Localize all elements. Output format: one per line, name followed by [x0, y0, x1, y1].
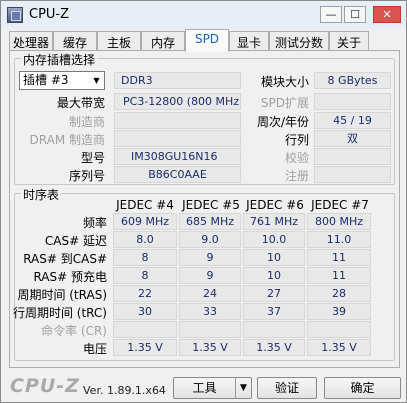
tab-mainboard[interactable]: 主板: [97, 31, 141, 51]
dram-manufacturer-label: DRAM 制造商: [29, 133, 105, 147]
timing-cell: 11: [307, 267, 371, 284]
timing-row-label: CAS# 延迟: [44, 234, 107, 248]
part-number-label: 型号: [80, 151, 105, 165]
timing-cell: 11.0: [307, 231, 371, 248]
max-bandwidth-label: 最大带宽: [56, 96, 105, 110]
cpuz-logo: CPU-Z: [10, 375, 80, 397]
tools-button-label: 工具: [192, 381, 217, 395]
correction-field: [314, 148, 391, 165]
slot-group-title: 内存插槽选择: [21, 51, 98, 68]
tab-memory[interactable]: 内存: [141, 31, 185, 51]
timing-cell: 609 MHz: [113, 213, 177, 230]
correction-label: 校验: [284, 151, 309, 165]
serial-number-field: B86C0AAE: [114, 166, 241, 183]
module-size-label: 模块大小: [260, 75, 309, 89]
timing-column-header: JEDEC #7: [311, 198, 369, 212]
timing-cell: 1.35 V: [307, 339, 371, 356]
timing-cell: 8: [113, 267, 177, 284]
ranks-field: 双: [314, 130, 391, 147]
timing-cell: [243, 321, 305, 338]
serial-number-label: 序列号: [68, 169, 105, 183]
chevron-down-icon[interactable]: ▼: [235, 378, 251, 398]
timing-cell: 24: [179, 285, 241, 302]
timing-cell: 9.0: [179, 231, 241, 248]
timing-cell: 761 MHz: [243, 213, 305, 230]
slot-dropdown[interactable]: 插槽 #3 ▼: [19, 71, 105, 90]
timing-cell: 22: [113, 285, 177, 302]
cpuz-app-icon: [7, 7, 23, 23]
timing-cell: 10.0: [243, 231, 305, 248]
chevron-down-icon: ▼: [93, 76, 100, 85]
timings-group-title: 时序表: [21, 186, 62, 203]
tab-caches[interactable]: 缓存: [53, 31, 97, 51]
timing-column-header: JEDEC #5: [182, 198, 240, 212]
memory-type-field: DDR3: [114, 72, 241, 89]
tools-button[interactable]: 工具 ▼: [173, 377, 252, 399]
timing-cell: 8.0: [113, 231, 177, 248]
timing-cell: 11: [307, 249, 371, 266]
timing-column-header: JEDEC #6: [246, 198, 304, 212]
spd-ext-label: SPD扩展: [260, 96, 309, 110]
timing-cell: 9: [179, 267, 241, 284]
timing-cell: 33: [179, 303, 241, 320]
timing-column-header: JEDEC #4: [116, 198, 174, 212]
window-title: CPU-Z: [29, 7, 70, 22]
timing-cell: 1.35 V: [179, 339, 241, 356]
manufacturer-label: 制造商: [68, 115, 105, 129]
timing-row-label: RAS# 到CAS#: [23, 252, 107, 266]
timing-cell: [307, 321, 371, 338]
version-text: Ver. 1.89.1.x64: [83, 384, 166, 397]
tab-spd[interactable]: SPD: [185, 29, 229, 52]
maximize-button[interactable]: ☐: [344, 6, 366, 23]
registered-field: [314, 166, 391, 183]
tab-cpu[interactable]: 处理器: [9, 31, 53, 51]
ok-button[interactable]: 确定: [324, 377, 401, 399]
timing-cell: 30: [113, 303, 177, 320]
week-year-field: 45 / 19: [314, 112, 391, 129]
max-bandwidth-field: PC3-12800 (800 MHz): [114, 93, 241, 110]
timing-cell: 37: [243, 303, 305, 320]
timing-cell: 1.35 V: [243, 339, 305, 356]
timing-row-label: 周期时间 (tRAS): [17, 288, 107, 302]
timing-row-label: 命令率 (CR): [41, 324, 107, 338]
week-year-label: 周次/年份: [256, 115, 309, 129]
part-number-field: IM308GU16N16: [114, 148, 241, 165]
cpuz-window: CPU-Z — ☐ ✕ 处理器 缓存 主板 内存 SPD 显卡 测试分数 关于 …: [0, 0, 407, 403]
registered-label: 注册: [284, 169, 309, 183]
timing-row-label: 频率: [82, 216, 107, 230]
module-size-field: 8 GBytes: [314, 72, 391, 89]
close-button[interactable]: ✕: [373, 6, 401, 23]
spd-ext-field: [314, 93, 391, 110]
ranks-label: 行列: [284, 133, 309, 147]
timing-cell: 1.35 V: [113, 339, 177, 356]
timing-cell: 10: [243, 249, 305, 266]
title-bar[interactable]: CPU-Z — ☐ ✕: [1, 1, 406, 29]
timing-cell: 27: [243, 285, 305, 302]
timing-cell: 28: [307, 285, 371, 302]
validate-button[interactable]: 验证: [257, 377, 317, 399]
timing-cell: 8: [113, 249, 177, 266]
tab-about[interactable]: 关于: [329, 31, 369, 51]
timing-cell: 800 MHz: [307, 213, 371, 230]
timing-cell: 9: [179, 249, 241, 266]
timing-cell: 10: [243, 267, 305, 284]
timing-cell: 685 MHz: [179, 213, 241, 230]
timing-cell: [179, 321, 241, 338]
slot-dropdown-value: 插槽 #3: [23, 73, 69, 87]
tab-bench[interactable]: 测试分数: [269, 31, 329, 51]
timing-row-label: RAS# 预充电: [33, 270, 107, 284]
timing-row-label: 行周期时间 (tRC): [12, 306, 107, 320]
manufacturer-field: [114, 112, 241, 129]
minimize-button[interactable]: —: [320, 6, 342, 23]
dram-manufacturer-field: [114, 130, 241, 147]
timing-cell: 39: [307, 303, 371, 320]
tab-graphics[interactable]: 显卡: [229, 31, 269, 51]
timing-cell: [113, 321, 177, 338]
timing-row-label: 电压: [82, 342, 107, 356]
